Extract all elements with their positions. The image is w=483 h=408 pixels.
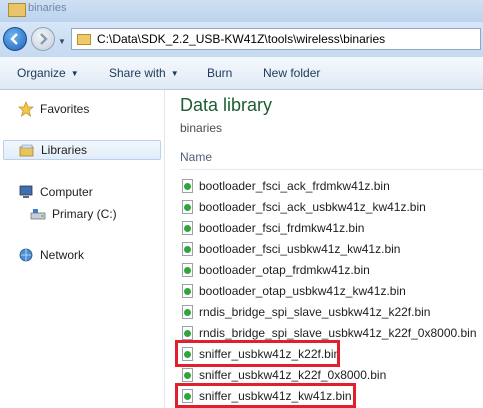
column-divider	[180, 169, 483, 170]
nav-item-libraries[interactable]: Libraries	[3, 140, 161, 160]
highlight-box	[175, 383, 356, 408]
bin-file-icon	[182, 263, 193, 277]
recent-pages-chevron-icon[interactable]: ▼	[58, 37, 66, 46]
drive-icon	[30, 206, 46, 222]
nav-label-favorites: Favorites	[40, 102, 90, 116]
forward-button[interactable]	[31, 27, 55, 51]
file-row[interactable]: rndis_bridge_spi_slave_usbkw41z_k22f.bin	[182, 302, 430, 322]
window-title-bar: binaries	[0, 0, 483, 22]
bin-file-icon	[182, 242, 193, 256]
burn-button[interactable]: Burn	[207, 66, 232, 80]
organize-label: Organize	[17, 66, 66, 80]
address-bar[interactable]: C:\Data\SDK_2.2_USB-KW41Z\tools\wireless…	[71, 28, 481, 50]
nav-item-network[interactable]: Network	[18, 245, 84, 265]
bin-file-icon	[182, 200, 193, 214]
file-name: sniffer_usbkw41z_k22f_0x8000.bin	[199, 368, 387, 382]
computer-icon	[18, 184, 34, 200]
bin-file-icon	[182, 368, 193, 382]
library-icon	[19, 142, 35, 158]
navigation-pane: Favorites Libraries Computer Primary (C:…	[0, 90, 164, 408]
file-name: rndis_bridge_spi_slave_usbkw41z_k22f_0x8…	[199, 326, 477, 340]
organize-button[interactable]: Organize ▼	[17, 66, 79, 80]
file-row[interactable]: bootloader_otap_frdmkw41z.bin	[182, 260, 370, 280]
file-row[interactable]: bootloader_fsci_usbkw41z_kw41z.bin	[182, 239, 400, 259]
folder-icon	[77, 33, 91, 45]
nav-item-favorites[interactable]: Favorites	[17, 99, 90, 119]
new-folder-button[interactable]: New folder	[263, 66, 320, 80]
highlight-box	[175, 340, 340, 367]
file-row[interactable]: bootloader_fsci_frdmkw41z.bin	[182, 218, 364, 238]
arrow-left-icon	[10, 33, 18, 45]
library-title: Data library	[180, 95, 273, 115]
file-row[interactable]: bootloader_otap_usbkw41z_kw41z.bin	[182, 281, 406, 301]
nav-label-primary-drive: Primary (C:)	[52, 207, 117, 221]
command-bar: Organize ▼ Share with ▼ Burn New folder	[0, 57, 483, 90]
file-list-pane: Data library binaries Name bootloader_fs…	[165, 90, 483, 408]
share-with-button[interactable]: Share with ▼	[109, 66, 179, 80]
window-title: binaries	[28, 2, 67, 14]
library-subtitle: binaries	[180, 121, 223, 135]
nav-label-libraries: Libraries	[41, 143, 88, 157]
file-row[interactable]: sniffer_usbkw41z_k22f_0x8000.bin	[182, 365, 386, 385]
file-name: bootloader_otap_frdmkw41z.bin	[199, 263, 370, 277]
chevron-down-icon: ▼	[170, 69, 179, 78]
file-name: bootloader_fsci_ack_frdmkw41z.bin	[199, 179, 390, 193]
file-name: bootloader_otap_usbkw41z_kw41z.bin	[199, 284, 406, 298]
file-name: bootloader_fsci_usbkw41z_kw41z.bin	[199, 242, 401, 256]
bin-file-icon	[182, 221, 193, 235]
file-row[interactable]: bootloader_fsci_ack_frdmkw41z.bin	[182, 176, 390, 196]
nav-item-primary-drive[interactable]: Primary (C:)	[30, 204, 117, 224]
arrow-right-icon	[40, 33, 48, 45]
folder-icon	[8, 3, 26, 17]
share-with-label: Share with	[109, 66, 166, 80]
file-row[interactable]: bootloader_fsci_ack_usbkw41z_kw41z.bin	[182, 197, 426, 217]
file-name: rndis_bridge_spi_slave_usbkw41z_k22f.bin	[199, 305, 431, 319]
bin-file-icon	[182, 326, 193, 340]
chevron-down-icon: ▼	[70, 69, 79, 78]
file-name: bootloader_fsci_frdmkw41z.bin	[199, 221, 365, 235]
back-button[interactable]	[3, 27, 27, 51]
bin-file-icon	[182, 305, 193, 319]
nav-item-computer[interactable]: Computer	[18, 182, 93, 202]
address-path[interactable]: C:\Data\SDK_2.2_USB-KW41Z\tools\wireless…	[97, 32, 385, 46]
network-icon	[18, 247, 34, 263]
nav-label-network: Network	[40, 248, 85, 262]
bin-file-icon	[182, 284, 193, 298]
star-icon	[17, 100, 35, 117]
file-name: bootloader_fsci_ack_usbkw41z_kw41z.bin	[199, 200, 426, 214]
nav-label-computer: Computer	[40, 185, 93, 199]
column-header-name[interactable]: Name	[180, 150, 212, 164]
bin-file-icon	[182, 179, 193, 193]
address-row: ▼ C:\Data\SDK_2.2_USB-KW41Z\tools\wirele…	[0, 22, 483, 57]
